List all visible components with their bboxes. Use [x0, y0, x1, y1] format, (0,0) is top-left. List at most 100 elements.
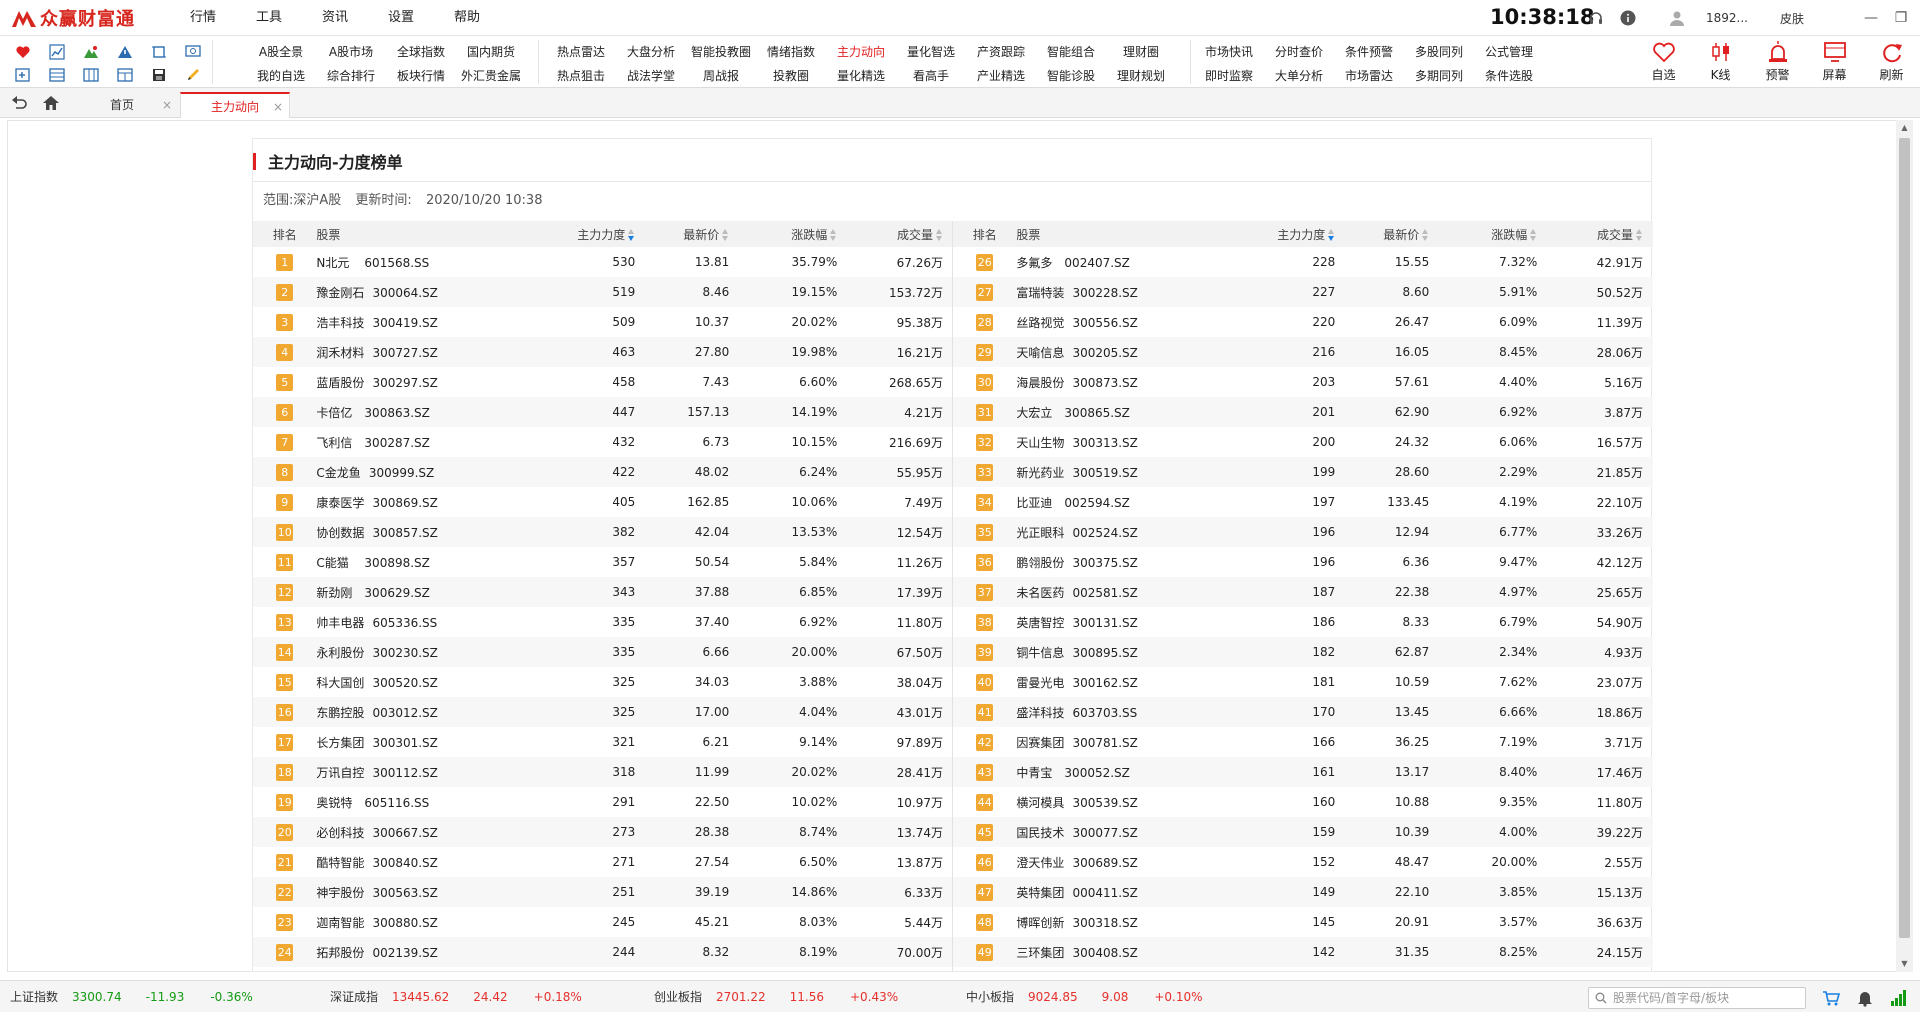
stock-code[interactable]: 300781.SZ — [1072, 736, 1137, 750]
stock-name[interactable]: 未名医药 — [1016, 584, 1064, 601]
stock-cell[interactable]: 豫金刚石 300064.SZ — [316, 277, 493, 307]
stock-name[interactable]: 豫金刚石 — [316, 284, 364, 301]
save-disk-icon[interactable] — [142, 63, 176, 86]
stock-cell[interactable]: 比亚迪 002594.SZ — [1016, 487, 1192, 517]
info-icon[interactable] — [1620, 0, 1636, 36]
stock-name[interactable]: 铜牛信息 — [1016, 644, 1064, 661]
stock-cell[interactable]: 铜牛信息 300895.SZ — [1016, 637, 1193, 667]
stock-name[interactable]: 光正眼科 — [1016, 524, 1064, 541]
stock-name[interactable]: 必创科技 — [316, 824, 364, 841]
stock-cell[interactable]: C能猫 300898.SZ — [316, 547, 492, 577]
stock-cell[interactable]: 盛洋科技 603703.SS — [1016, 697, 1193, 727]
user-avatar-icon[interactable] — [1668, 0, 1686, 36]
stock-name[interactable]: N北元 — [316, 254, 356, 271]
stock-cell[interactable]: 未名医药 002581.SZ — [1016, 577, 1193, 607]
stock-code[interactable]: 002581.SZ — [1072, 586, 1137, 600]
col-force[interactable]: 主力力度 — [1192, 221, 1346, 247]
table-row[interactable]: 19 奥锐特 605116.SS 291 22.50 10.02% 10.97万 — [253, 787, 953, 817]
func-intraday-price[interactable]: 分时查价 — [1264, 40, 1334, 64]
col-change[interactable]: 涨跌幅 — [1439, 221, 1548, 247]
kline-button[interactable]: K线 — [1692, 36, 1749, 88]
home-icon[interactable] — [42, 94, 60, 112]
stock-code[interactable]: 300689.SZ — [1072, 856, 1137, 870]
stock-cell[interactable]: C金龙鱼 300999.SZ — [316, 457, 493, 487]
stock-cell[interactable]: 博晖创新 300318.SZ — [1016, 907, 1192, 937]
stock-code[interactable]: 300297.SZ — [372, 376, 437, 390]
stock-name[interactable]: 盛洋科技 — [1016, 704, 1064, 721]
stats-mountain-icon[interactable] — [74, 40, 108, 63]
stock-code[interactable]: 300863.SZ — [364, 406, 429, 420]
table-row[interactable]: 8 C金龙鱼 300999.SZ 422 48.02 6.24% 55.95万 — [253, 457, 953, 487]
stock-name[interactable]: 国民技术 — [1016, 824, 1064, 841]
stock-code[interactable]: 002139.SZ — [372, 946, 437, 960]
tab-home[interactable]: 首页 × — [66, 92, 178, 118]
tab-close-icon[interactable]: × — [162, 92, 172, 118]
table-row[interactable]: 40 雷曼光电 300162.SZ 181 10.59 7.62% 23.07万 — [953, 667, 1653, 697]
stock-cell[interactable]: 拓邦股份 002139.SZ — [316, 937, 493, 967]
stock-code[interactable]: 300667.SZ — [372, 826, 437, 840]
stock-name[interactable]: 蓝盾股份 — [316, 374, 364, 391]
stock-code[interactable]: 300301.SZ — [372, 736, 437, 750]
headset-icon[interactable] — [1588, 0, 1604, 36]
table-row[interactable]: 39 铜牛信息 300895.SZ 182 62.87 2.34% 4.93万 — [953, 637, 1653, 667]
trend-chart-icon[interactable] — [40, 40, 74, 63]
table-row[interactable]: 38 英唐智控 300131.SZ 186 8.33 6.79% 54.90万 — [953, 607, 1653, 637]
stock-code[interactable]: 300112.SZ — [372, 766, 437, 780]
func-multi-stock[interactable]: 多股同列 — [1404, 40, 1474, 64]
favorite-heart-icon[interactable] — [6, 40, 40, 63]
stock-name[interactable]: 科大国创 — [316, 674, 364, 691]
stock-cell[interactable]: 飞利信 300287.SZ — [316, 427, 492, 457]
bell-icon[interactable] — [1856, 989, 1874, 1007]
layout-columns-icon[interactable] — [74, 63, 108, 86]
stock-code[interactable]: 300408.SZ — [1072, 946, 1137, 960]
func-condition-alert[interactable]: 条件预警 — [1334, 40, 1404, 64]
stock-code[interactable]: 300131.SZ — [1072, 616, 1137, 630]
stock-name[interactable]: 多氟多 — [1016, 254, 1056, 271]
func-sector-quotes[interactable]: 板块行情 — [386, 64, 456, 88]
stock-name[interactable]: 因赛集团 — [1016, 734, 1064, 751]
stock-cell[interactable]: 帅丰电器 605336.SS — [316, 607, 492, 637]
stock-name[interactable]: 长方集团 — [316, 734, 364, 751]
table-row[interactable]: 12 新劲刚 300629.SZ 343 37.88 6.85% 17.39万 — [253, 577, 953, 607]
stock-code[interactable]: 300880.SZ — [372, 916, 437, 930]
table-row[interactable]: 6 卡倍亿 300863.SZ 447 157.13 14.19% 4.21万 — [253, 397, 953, 427]
stock-code[interactable]: 300318.SZ — [1072, 916, 1137, 930]
func-finance-plan[interactable]: 理财规划 — [1106, 64, 1176, 88]
func-my-favorites[interactable]: 我的自选 — [246, 64, 316, 88]
func-edu-circle[interactable]: 投教圈 — [756, 64, 826, 88]
stock-name[interactable]: 康泰医学 — [316, 494, 364, 511]
stock-name[interactable]: 大宏立 — [1016, 404, 1056, 421]
stock-cell[interactable]: 万讯自控 300112.SZ — [316, 757, 493, 787]
stock-cell[interactable]: 神宇股份 300563.SZ — [316, 877, 493, 907]
func-forex-metals[interactable]: 外汇贵金属 — [456, 64, 526, 88]
func-strategy-school[interactable]: 战法学堂 — [616, 64, 686, 88]
stock-code[interactable]: 003012.SZ — [372, 706, 437, 720]
stock-name[interactable]: C金龙鱼 — [316, 464, 360, 481]
stock-cell[interactable]: 长方集团 300301.SZ — [316, 727, 492, 757]
stock-code[interactable]: 300629.SZ — [364, 586, 429, 600]
stock-code[interactable]: 300313.SZ — [1072, 436, 1137, 450]
stock-name[interactable]: 神宇股份 — [316, 884, 364, 901]
func-big-order[interactable]: 大单分析 — [1264, 64, 1334, 88]
stock-code[interactable]: 605336.SS — [372, 616, 437, 630]
stock-cell[interactable]: 英特集团 000411.SZ — [1016, 877, 1193, 907]
stock-cell[interactable]: 大宏立 300865.SZ — [1016, 397, 1193, 427]
func-global-index[interactable]: 全球指数 — [386, 40, 456, 64]
table-row[interactable]: 36 鹏翎股份 300375.SZ 196 6.36 9.47% 42.12万 — [953, 547, 1653, 577]
func-realtime-monitor[interactable]: 即时监察 — [1194, 64, 1264, 88]
stock-search-input[interactable]: 股票代码/首字母/板块 — [1588, 987, 1806, 1009]
stock-name[interactable]: C能猫 — [316, 554, 356, 571]
stock-name[interactable]: 天喻信息 — [1016, 344, 1064, 361]
sort-desc-icon[interactable] — [1328, 228, 1335, 242]
favorites-button[interactable]: 自选 — [1635, 36, 1692, 88]
func-market-analysis[interactable]: 大盘分析 — [616, 40, 686, 64]
stock-name[interactable]: 海晨股份 — [1016, 374, 1064, 391]
index-item[interactable]: 中小板指 9024.85 9.08 +0.10% — [966, 981, 1203, 1013]
sort-desc-icon[interactable] — [628, 228, 635, 242]
table-row[interactable]: 26 多氟多 002407.SZ 228 15.55 7.32% 42.91万 — [953, 247, 1653, 277]
stock-name[interactable]: 富瑞特装 — [1016, 284, 1064, 301]
col-volume[interactable]: 成交量 — [847, 221, 953, 247]
func-a-overview[interactable]: A股全景 — [246, 40, 316, 64]
stock-code[interactable]: 300539.SZ — [1072, 796, 1137, 810]
table-row[interactable]: 18 万讯自控 300112.SZ 318 11.99 20.02% 28.41万 — [253, 757, 953, 787]
